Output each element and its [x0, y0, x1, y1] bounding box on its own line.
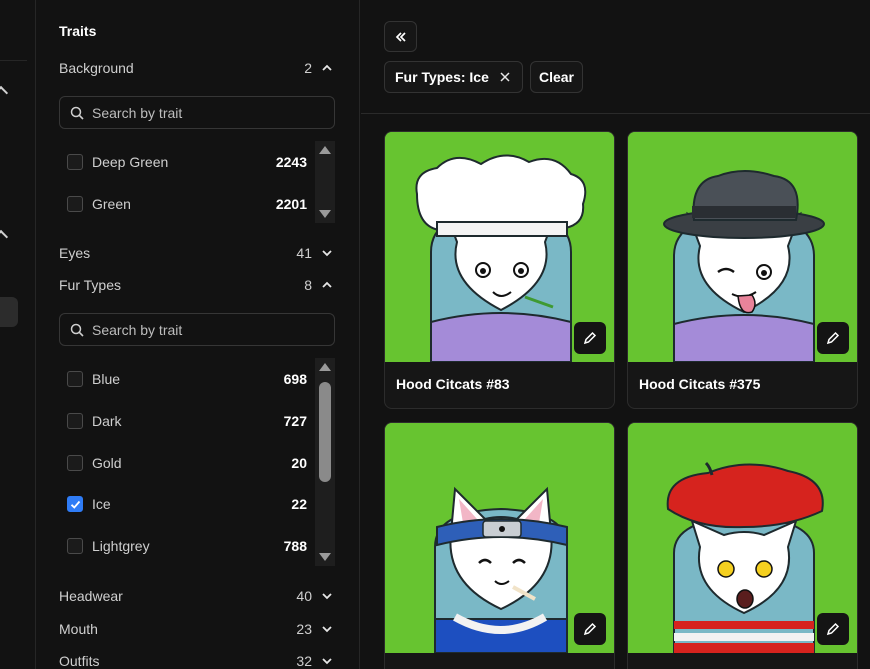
checkmark-icon: [70, 500, 80, 509]
chevron-up-icon: [320, 278, 334, 292]
trait-section-fur-types[interactable]: Fur Types 8: [59, 275, 334, 295]
rail-active-item[interactable]: [0, 297, 18, 327]
collapse-sidebar-button[interactable]: [384, 21, 417, 52]
chevron-down-icon: [320, 246, 334, 260]
trait-section-count: 32: [296, 653, 312, 669]
search-icon: [70, 106, 84, 120]
nft-card[interactable]: Hood Citcats #375: [627, 131, 858, 409]
edit-button[interactable]: [817, 322, 849, 354]
trait-section-label: Headwear: [59, 588, 123, 604]
trait-section-count: 8: [304, 277, 312, 293]
chevron-up-icon[interactable]: [0, 229, 9, 245]
scrollbar-thumb[interactable]: [319, 382, 331, 482]
edit-button[interactable]: [817, 613, 849, 645]
trait-section-label: Outfits: [59, 653, 100, 669]
nft-card-title: Hood Citcats #83: [396, 376, 510, 392]
nft-card[interactable]: Hood Citcats #83: [384, 131, 615, 409]
trait-section-count: 40: [296, 588, 312, 604]
background-search-field[interactable]: [59, 96, 335, 129]
search-icon: [70, 323, 84, 337]
checkbox[interactable]: [67, 413, 83, 429]
pencil-icon: [826, 331, 840, 345]
checkbox[interactable]: [67, 371, 83, 387]
fur-types-options-list: Blue 698 Dark 727 Gold 20 Ice 22 Lightgr…: [59, 358, 335, 566]
trait-section-count: 2: [304, 60, 312, 76]
chevron-up-icon[interactable]: [0, 85, 9, 101]
chevron-down-icon: [320, 622, 334, 636]
trait-section-eyes[interactable]: Eyes 41: [59, 243, 334, 263]
checkbox[interactable]: [67, 455, 83, 471]
scroll-up-arrow-icon[interactable]: [319, 363, 331, 371]
trait-option-dark[interactable]: Dark 727: [67, 410, 307, 432]
trait-section-label: Eyes: [59, 245, 91, 261]
trait-section-mouth[interactable]: Mouth 23: [59, 619, 334, 639]
scroll-down-arrow-icon[interactable]: [319, 553, 331, 561]
fur-types-search-field[interactable]: [59, 313, 335, 346]
trait-section-label: Background: [59, 60, 134, 76]
edit-button[interactable]: [574, 613, 606, 645]
traits-sidebar: Traits Background 2 Deep Green 2243 Gree…: [36, 0, 360, 669]
fur-types-search-input[interactable]: [92, 321, 322, 338]
fur-types-scrollbar[interactable]: [315, 358, 335, 566]
checkbox[interactable]: [67, 154, 83, 170]
pencil-icon: [583, 331, 597, 345]
active-filter-chip[interactable]: Fur Types: Ice: [384, 61, 523, 93]
trait-section-count: 23: [296, 621, 312, 637]
chevron-up-icon: [320, 61, 334, 75]
trait-option-gold[interactable]: Gold 20: [67, 452, 307, 474]
checkbox[interactable]: [67, 196, 83, 212]
trait-section-outfits[interactable]: Outfits 32: [59, 651, 334, 669]
left-rail: [0, 0, 36, 669]
chevron-down-icon: [320, 654, 334, 668]
active-filter-label: Fur Types: Ice: [395, 69, 489, 85]
pencil-icon: [583, 622, 597, 636]
background-search-input[interactable]: [92, 104, 322, 121]
nft-card[interactable]: [627, 422, 858, 669]
background-scrollbar[interactable]: [315, 141, 335, 223]
chevron-down-icon: [320, 589, 334, 603]
trait-option-deep-green[interactable]: Deep Green 2243: [67, 151, 307, 173]
background-options-list: Deep Green 2243 Green 2201: [59, 141, 335, 223]
trait-section-headwear[interactable]: Headwear 40: [59, 586, 334, 606]
checkbox[interactable]: [67, 538, 83, 554]
pencil-icon: [826, 622, 840, 636]
main-content: Fur Types: Ice Clear Hood Citcats #83 Ho…: [361, 0, 870, 669]
trait-option-lightgrey[interactable]: Lightgrey 788: [67, 535, 307, 557]
rail-divider: [0, 60, 27, 61]
close-icon[interactable]: [499, 71, 511, 83]
clear-filters-button[interactable]: Clear: [530, 61, 583, 93]
trait-option-ice[interactable]: Ice 22: [67, 493, 307, 515]
toolbar-divider: [361, 113, 870, 114]
double-chevron-left-icon: [395, 31, 406, 42]
scroll-up-arrow-icon[interactable]: [319, 146, 331, 154]
edit-button[interactable]: [574, 322, 606, 354]
nft-card-title: Hood Citcats #375: [639, 376, 761, 392]
trait-option-green[interactable]: Green 2201: [67, 193, 307, 215]
trait-section-label: Fur Types: [59, 277, 121, 293]
trait-option-blue[interactable]: Blue 698: [67, 368, 307, 390]
trait-section-background[interactable]: Background 2: [59, 58, 334, 78]
scroll-down-arrow-icon[interactable]: [319, 210, 331, 218]
trait-section-count: 41: [296, 245, 312, 261]
checkbox-checked[interactable]: [67, 496, 83, 512]
nft-card[interactable]: [384, 422, 615, 669]
traits-title: Traits: [59, 23, 97, 39]
trait-section-label: Mouth: [59, 621, 98, 637]
